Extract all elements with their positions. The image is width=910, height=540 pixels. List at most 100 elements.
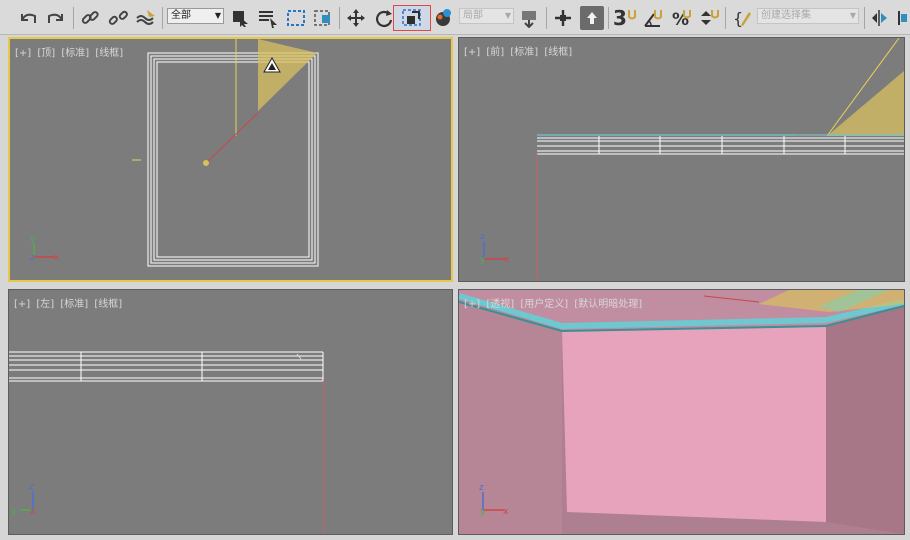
viewport-view-name[interactable]: [透视] bbox=[486, 299, 514, 310]
main-toolbar: 全部 ▼ 局部 ▼ 3 % {创建选择集 ▼ bbox=[0, 0, 910, 35]
angle-snap-icon bbox=[644, 10, 662, 27]
named-selection-dropdown[interactable]: 创建选择集 ▼ bbox=[757, 8, 859, 24]
axis-y-label: y bbox=[480, 507, 486, 517]
viewport-front[interactable]: [+] [前] [标准] [线框] z x y bbox=[458, 37, 905, 282]
redo-icon bbox=[48, 13, 63, 23]
window-crossing-button[interactable] bbox=[311, 6, 335, 30]
axis-tripod: y x z bbox=[30, 234, 60, 263]
viewport-menu-plus[interactable]: [+] bbox=[464, 299, 480, 310]
undo-icon bbox=[21, 13, 36, 23]
axis-y-label: y bbox=[11, 507, 17, 517]
svg-text:%: % bbox=[672, 10, 689, 28]
toolbar-separator bbox=[864, 7, 865, 29]
chevron-down-icon: ▼ bbox=[214, 11, 221, 20]
scale-button[interactable] bbox=[393, 5, 431, 31]
axis-y-label: y bbox=[480, 255, 486, 265]
move-icon bbox=[347, 9, 365, 27]
axis-x-label: x bbox=[504, 255, 510, 265]
percent-snap-button[interactable]: % bbox=[669, 6, 693, 30]
keyboard-shortcut-icon bbox=[587, 12, 597, 24]
axis-x-label: x bbox=[503, 507, 509, 517]
mirror-button[interactable] bbox=[868, 6, 892, 30]
magnet-icon bbox=[627, 10, 636, 20]
pivot-button[interactable] bbox=[518, 6, 542, 30]
material-sphere-icon bbox=[436, 9, 451, 26]
axis-tripod: z y x bbox=[11, 482, 36, 517]
named-selection-placeholder: 创建选择集 bbox=[761, 10, 811, 21]
ceiling-molding-wireframe bbox=[9, 351, 324, 382]
toolbar-separator bbox=[546, 7, 547, 29]
toolbar-separator bbox=[73, 7, 74, 29]
toolbar-separator bbox=[725, 7, 726, 29]
select-by-name-button[interactable] bbox=[256, 6, 280, 30]
link-button[interactable] bbox=[78, 6, 102, 30]
axis-z-label: z bbox=[29, 482, 34, 492]
toolbar-separator bbox=[608, 7, 609, 29]
snap-3d-label: 3 bbox=[613, 6, 627, 30]
reference-coordinate-value: 局部 bbox=[463, 10, 483, 21]
link-icon bbox=[81, 11, 99, 24]
unlink-icon bbox=[108, 10, 128, 25]
rotate-icon bbox=[376, 10, 393, 27]
spinner-snap-icon bbox=[701, 10, 719, 25]
light-cone bbox=[258, 39, 317, 111]
perspective-view-scene: z x y bbox=[459, 290, 904, 534]
toolbar-separator bbox=[339, 7, 340, 29]
edit-named-selection-button[interactable]: { bbox=[731, 6, 755, 30]
snap-toggle-button[interactable]: 3 bbox=[612, 6, 638, 30]
angle-snap-button[interactable] bbox=[641, 6, 665, 30]
bind-spacewarp-icon bbox=[136, 10, 155, 25]
ceiling-molding-wireframe bbox=[537, 136, 904, 155]
select-by-name-icon bbox=[259, 11, 277, 28]
axis-y-label: y bbox=[30, 234, 36, 244]
selection-filter-dropdown[interactable]: 全部 ▼ bbox=[167, 8, 224, 24]
scale-icon bbox=[402, 9, 421, 26]
viewport-left[interactable]: [+] [左] [标准] [线框] z y x bbox=[8, 289, 453, 535]
reference-coordinate-dropdown[interactable]: 局部 ▼ bbox=[459, 8, 514, 24]
move-button[interactable] bbox=[344, 6, 368, 30]
back-wall bbox=[562, 326, 826, 522]
light-target-marker bbox=[203, 160, 209, 166]
percent-snap-icon: % bbox=[672, 10, 691, 28]
toolbar-separator bbox=[162, 7, 163, 29]
manipulate-button[interactable] bbox=[551, 6, 575, 30]
redo-button[interactable] bbox=[44, 6, 68, 30]
axis-z-label: z bbox=[479, 483, 484, 493]
top-view-scene: y x z bbox=[30, 39, 319, 267]
chevron-down-icon: ▼ bbox=[504, 11, 511, 20]
front-view-scene: z x y bbox=[480, 38, 904, 281]
keyboard-shortcut-toggle[interactable] bbox=[580, 6, 604, 30]
rectangular-selection-button[interactable] bbox=[284, 6, 308, 30]
align-icon bbox=[898, 11, 907, 25]
chevron-down-icon: ▼ bbox=[849, 11, 856, 20]
axis-z-label: z bbox=[30, 253, 35, 263]
axis-tripod: z x y bbox=[480, 232, 510, 265]
spinner-snap-button[interactable] bbox=[697, 6, 721, 30]
bind-spacewarp-button[interactable] bbox=[134, 6, 158, 30]
axis-z-label: z bbox=[480, 232, 485, 242]
align-button[interactable] bbox=[895, 6, 909, 30]
right-wall bbox=[826, 300, 904, 534]
select-object-icon bbox=[233, 11, 248, 27]
select-object-button[interactable] bbox=[228, 6, 252, 30]
material-editor-button[interactable] bbox=[432, 6, 456, 30]
axis-x-label: x bbox=[54, 253, 60, 263]
light-cone bbox=[827, 71, 904, 136]
room-outline-wireframe bbox=[147, 52, 319, 267]
window-crossing-icon bbox=[314, 10, 330, 26]
left-view-scene: z y x bbox=[9, 351, 325, 534]
edit-named-selection-icon: { bbox=[733, 9, 751, 28]
manipulate-icon bbox=[555, 10, 571, 26]
mirror-icon bbox=[872, 10, 887, 26]
unlink-button[interactable] bbox=[106, 6, 130, 30]
undo-button[interactable] bbox=[16, 6, 40, 30]
rectangular-selection-icon bbox=[287, 10, 305, 26]
light-direction-line bbox=[204, 111, 260, 165]
axis-x-label: x bbox=[30, 507, 36, 517]
pivot-icon bbox=[522, 11, 536, 28]
viewport-perspective[interactable]: z x y [+] [透视] [用户定义] [默认明暗处理] bbox=[458, 289, 905, 535]
viewport-top[interactable]: [+] [顶] [标准] [线框] y x z bbox=[8, 37, 453, 282]
selection-filter-value: 全部 bbox=[171, 10, 191, 21]
viewport-shading-mode[interactable]: [默认明暗处理] bbox=[574, 299, 642, 310]
viewport-performance-mode[interactable]: [用户定义] bbox=[520, 299, 568, 310]
